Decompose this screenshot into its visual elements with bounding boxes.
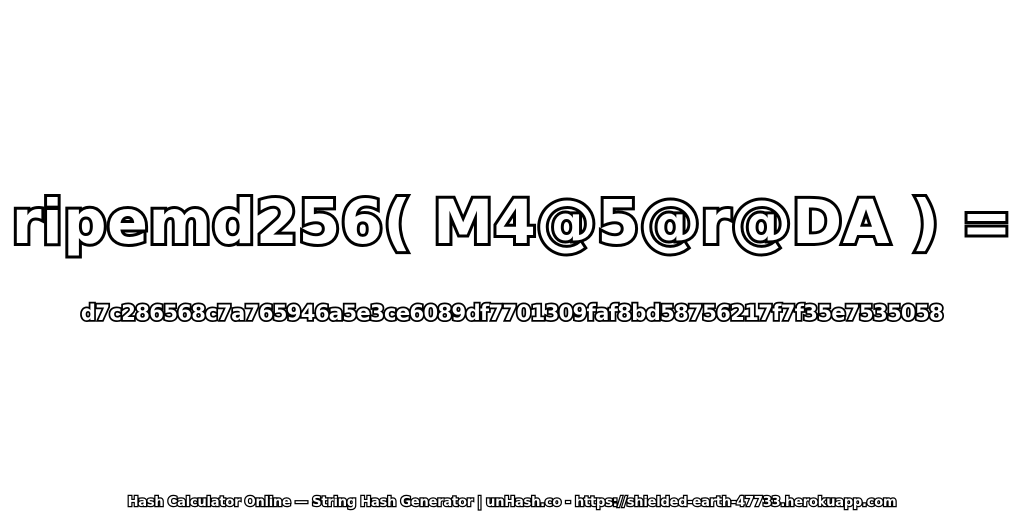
footer-credit: Hash Calculator Online — String Hash Gen… xyxy=(126,494,897,512)
hash-digest: d7c286568c7a765946a5e3ce6089df7701309faf… xyxy=(79,299,945,327)
hash-expression: ripemd256( M4@5@r@DA ) = xyxy=(9,185,1015,261)
